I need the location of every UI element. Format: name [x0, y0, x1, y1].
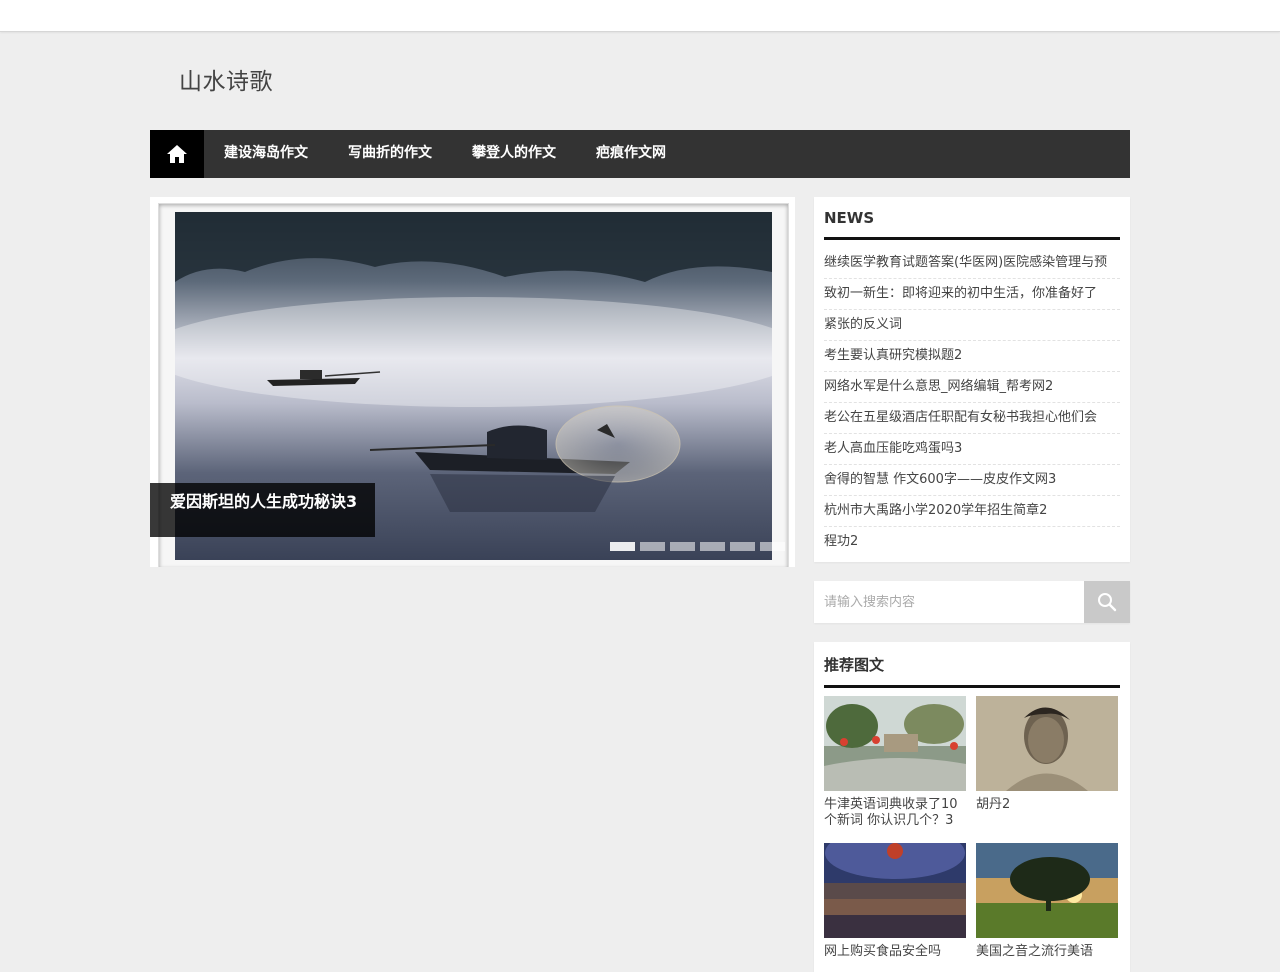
news-list: 继续医学教育试题答案(华医网)医院感染管理与预 致初一新生：即将迎来的初中生活，…: [824, 248, 1120, 557]
recommend-item-label: 牛津英语词典收录了10个新词 你认识几个？3: [824, 797, 958, 828]
recommend-item-label: 美国之音之流行美语: [976, 944, 1094, 959]
news-item[interactable]: 老人高血压能吃鸡蛋吗3: [824, 434, 1120, 465]
recommend-item[interactable]: 牛津英语词典收录了10个新词 你认识几个？3: [824, 696, 966, 829]
search-input[interactable]: [814, 581, 1084, 623]
recommend-item-label: 网上购买食品安全吗: [824, 944, 942, 959]
slider-dot-6[interactable]: [760, 542, 785, 551]
featured-slider[interactable]: 爱因斯坦的人生成功秘诀3: [150, 197, 795, 567]
news-item[interactable]: 考生要认真研究模拟题2: [824, 341, 1120, 372]
news-item[interactable]: 杭州市大禹路小学2020学年招生简章2: [824, 496, 1120, 527]
recommend-item[interactable]: 美国之音之流行美语: [976, 843, 1118, 960]
tree-sunset-thumbnail: [976, 843, 1118, 938]
news-item[interactable]: 网络水军是什么意思_网络编辑_帮考网2: [824, 372, 1120, 403]
nav-items: 建设海岛作文 写曲折的作文 攀登人的作文 疤痕作文网: [204, 130, 686, 178]
search-button[interactable]: [1084, 581, 1130, 623]
news-widget: NEWS 继续医学教育试题答案(华医网)医院感染管理与预 致初一新生：即将迎来的…: [814, 197, 1130, 562]
news-item[interactable]: 继续医学教育试题答案(华医网)医院感染管理与预: [824, 248, 1120, 279]
news-item[interactable]: 老公在五星级酒店任职配有女秘书我担心他们会: [824, 403, 1120, 434]
news-item[interactable]: 程功2: [824, 527, 1120, 557]
slider-dot-2[interactable]: [640, 542, 665, 551]
news-item[interactable]: 舍得的智慧 作文600字——皮皮作文网3: [824, 465, 1120, 496]
news-item[interactable]: 致初一新生：即将迎来的初中生活，你准备好了: [824, 279, 1120, 310]
recommend-item[interactable]: 胡丹2: [976, 696, 1118, 813]
search-icon: [1098, 593, 1117, 612]
nav-item-2[interactable]: 写曲折的作文: [328, 130, 452, 178]
garden-trees-thumbnail: [824, 696, 966, 791]
assembly-hall-thumbnail: [824, 843, 966, 938]
slide-caption[interactable]: 爱因斯坦的人生成功秘诀3: [150, 483, 375, 537]
slider-dot-3[interactable]: [670, 542, 695, 551]
nav-home-button[interactable]: [150, 130, 204, 178]
recommend-title: 推荐图文: [824, 654, 1120, 688]
recommend-widget: 推荐图文 牛津英语词典收录了10个新词 你认识几个？3 胡丹2 网上购买食品安全…: [814, 642, 1130, 972]
home-icon: [167, 145, 187, 163]
nav-item-1[interactable]: 建设海岛作文: [204, 130, 328, 178]
slider-dot-5[interactable]: [730, 542, 755, 551]
slider-pagination: [610, 542, 785, 551]
main-nav: 建设海岛作文 写曲折的作文 攀登人的作文 疤痕作文网: [150, 130, 1130, 178]
slider-dot-4[interactable]: [700, 542, 725, 551]
news-title: NEWS: [824, 209, 1120, 240]
recommend-item-label: 胡丹2: [976, 797, 1011, 812]
top-bar: [0, 0, 1280, 32]
site-title[interactable]: 山水诗歌: [179, 62, 273, 96]
slider-dot-1[interactable]: [610, 542, 635, 551]
portrait-thumbnail: [976, 696, 1118, 791]
search-widget: [814, 581, 1130, 623]
nav-item-4[interactable]: 疤痕作文网: [576, 130, 686, 178]
recommend-item[interactable]: 网上购买食品安全吗: [824, 843, 966, 960]
news-item[interactable]: 紧张的反义词: [824, 310, 1120, 341]
nav-item-3[interactable]: 攀登人的作文: [452, 130, 576, 178]
